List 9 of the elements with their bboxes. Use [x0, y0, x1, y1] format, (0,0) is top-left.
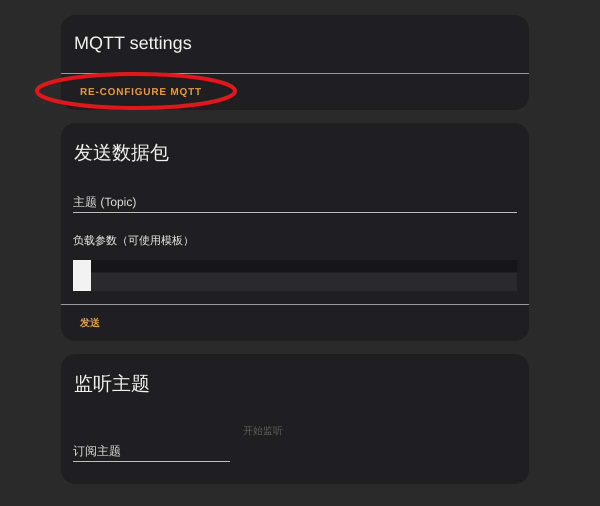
send-button[interactable]: 发送 [75, 312, 105, 334]
topic-field[interactable]: 主题 (Topic) [73, 193, 517, 213]
payload-editor[interactable] [73, 260, 517, 291]
subscribe-field[interactable]: 订阅主题 [73, 442, 230, 462]
payload-label: 负载参数（可使用模板） [73, 233, 195, 248]
card-title: 发送数据包 [73, 142, 170, 166]
line-gutter [73, 260, 91, 291]
card-title: 监听主题 [73, 373, 151, 397]
card-title: MQTT settings [73, 32, 193, 55]
